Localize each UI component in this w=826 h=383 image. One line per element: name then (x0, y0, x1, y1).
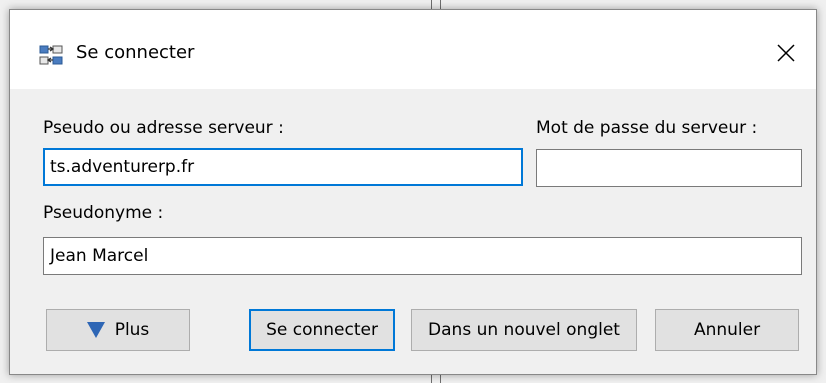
close-icon (776, 43, 796, 67)
nickname-label: Pseudonyme : (43, 203, 164, 223)
chevron-down-icon (86, 322, 105, 338)
more-button-label: Plus (114, 320, 150, 340)
new-tab-button[interactable]: Dans un nouvel onglet (411, 309, 637, 351)
dialog-title: Se connecter (76, 42, 195, 63)
more-button[interactable]: Plus (46, 309, 190, 351)
title-bar: Se connecter (10, 10, 816, 89)
server-address-input[interactable]: ts.adventurerp.fr (43, 148, 523, 186)
connect-button-label: Se connecter (266, 320, 378, 340)
server-address-label: Pseudo ou adresse serveur : (43, 118, 284, 138)
close-button[interactable] (756, 30, 816, 80)
connect-button[interactable]: Se connecter (249, 309, 395, 351)
server-password-label: Mot de passe du serveur : (536, 118, 758, 138)
server-password-input[interactable] (536, 149, 802, 187)
nickname-input[interactable]: Jean Marcel (43, 237, 802, 275)
connect-dialog: Se connecter Pseudo ou adresse serveur :… (9, 9, 817, 375)
connect-icon (39, 43, 63, 67)
cancel-button-label: Annuler (693, 320, 761, 340)
cancel-button[interactable]: Annuler (655, 309, 799, 351)
new-tab-button-label: Dans un nouvel onglet (428, 320, 620, 340)
